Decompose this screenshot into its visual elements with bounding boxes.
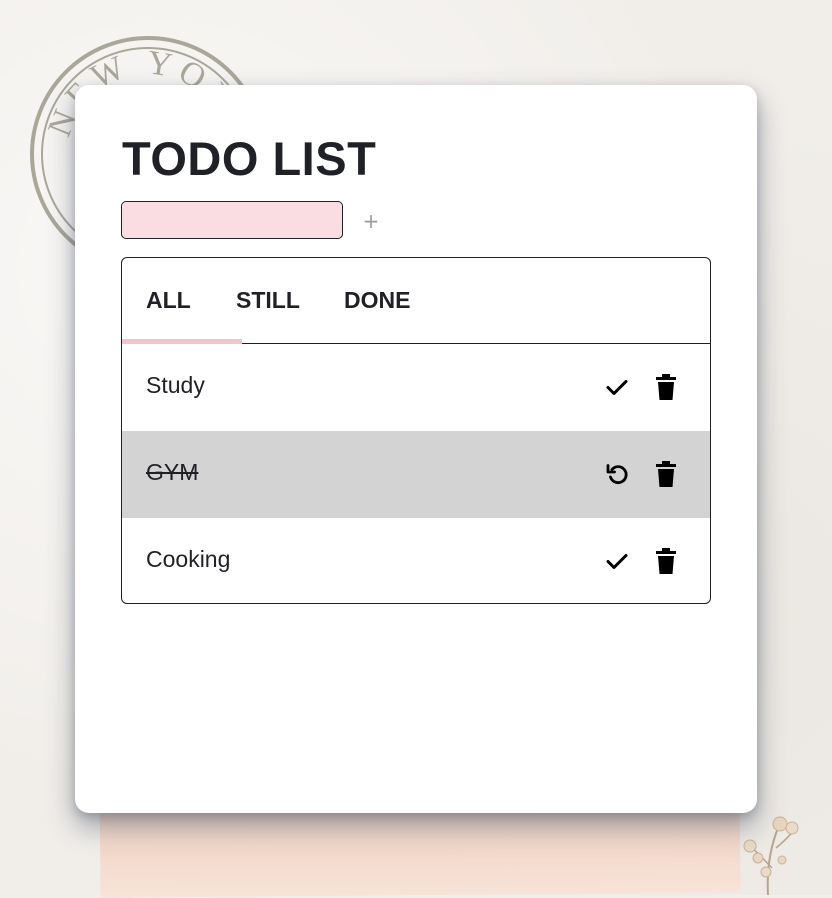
check-icon[interactable] (604, 548, 630, 574)
trash-icon[interactable] (653, 548, 679, 574)
task-label: Cooking (146, 546, 231, 572)
tab-still[interactable]: STILL (236, 287, 300, 314)
todo-card: TODO LIST + ALL STILL DONE Study GYM Coo… (75, 85, 757, 813)
dried-flowers-decoration (743, 816, 799, 895)
trash-icon[interactable] (653, 374, 679, 400)
tab-done[interactable]: DONE (344, 287, 410, 314)
page-title: TODO LIST (122, 132, 377, 185)
filter-tabs: ALL STILL DONE (122, 258, 710, 344)
task-list-panel: ALL STILL DONE Study GYM Cooking (121, 257, 711, 604)
trash-icon[interactable] (653, 461, 679, 487)
task-row-completed: GYM (122, 431, 710, 518)
task-input[interactable] (121, 201, 343, 239)
task-row: Study (122, 344, 710, 431)
tab-all[interactable]: ALL (146, 287, 191, 314)
add-task-button[interactable]: + (359, 209, 383, 233)
task-label: GYM (146, 459, 199, 485)
undo-icon[interactable] (604, 461, 630, 487)
task-row: Cooking (122, 518, 710, 603)
check-icon[interactable] (604, 374, 630, 400)
task-label: Study (146, 372, 205, 398)
